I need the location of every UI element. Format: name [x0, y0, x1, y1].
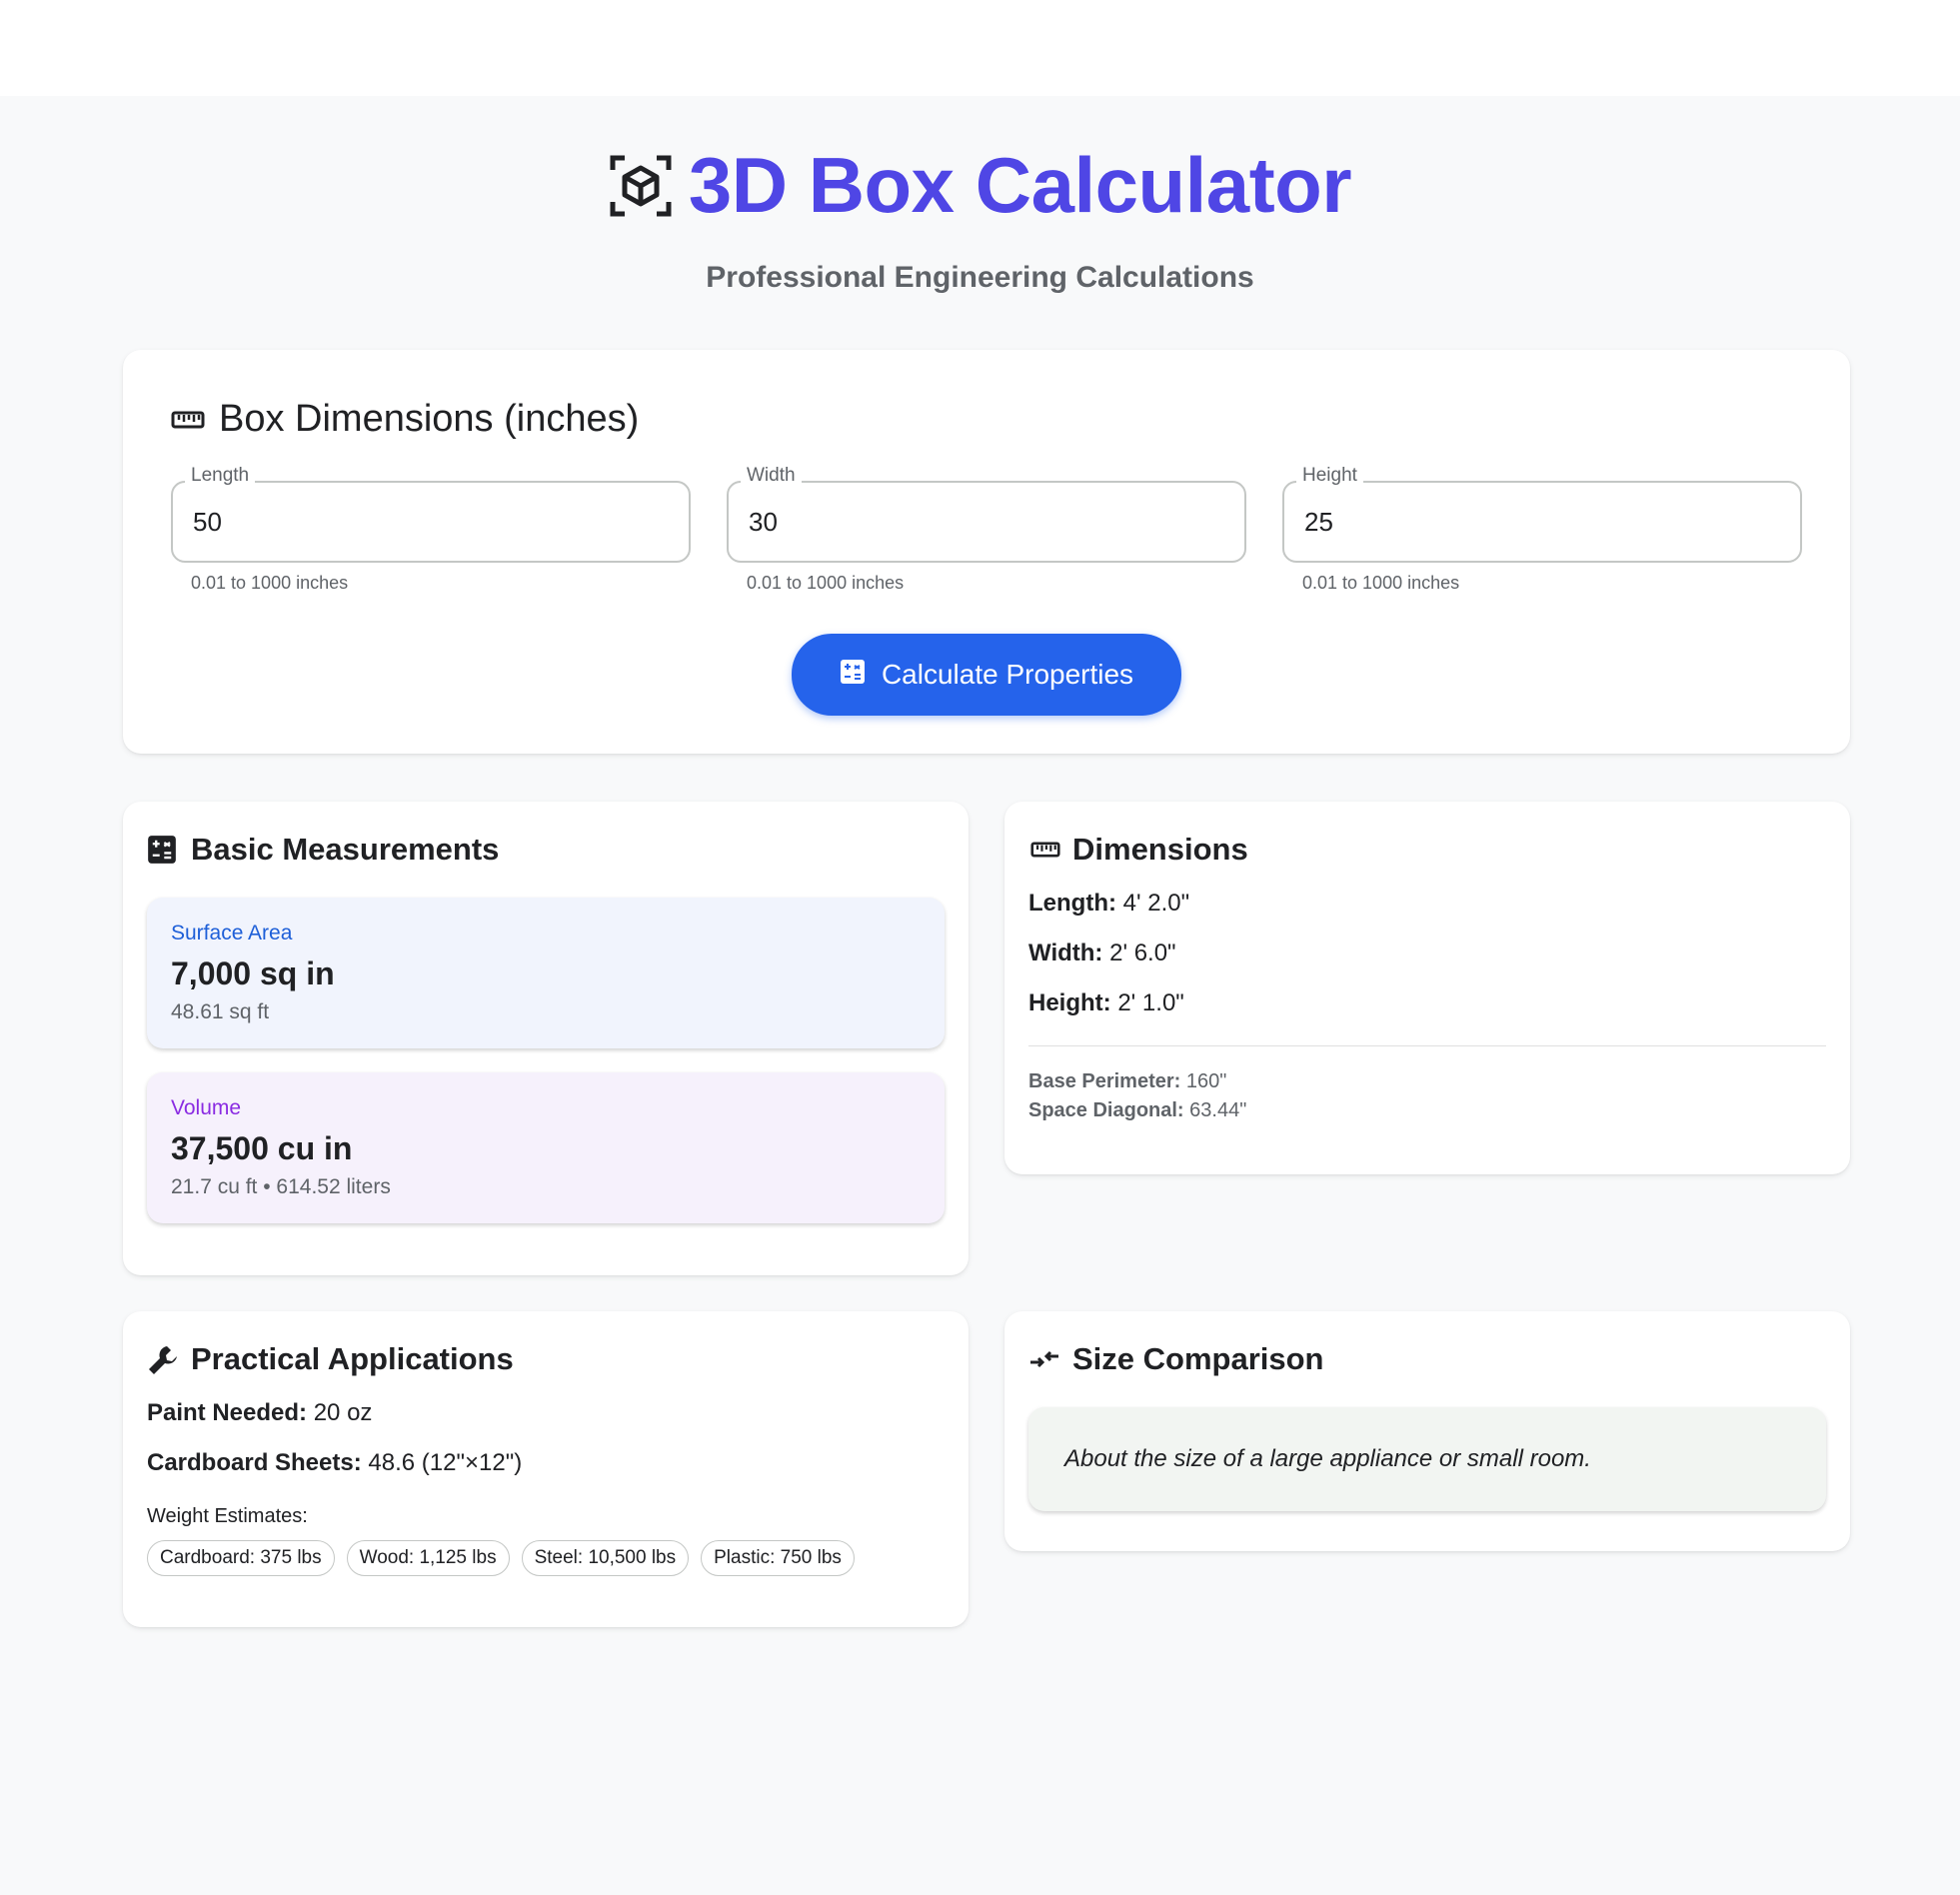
width-value: 2' 6.0": [1109, 940, 1176, 966]
length-label: Length: [185, 465, 256, 487]
divider: [1028, 1045, 1826, 1046]
base-perimeter-value: 160": [1185, 1070, 1227, 1092]
weight-chip-wood: Wood: 1,125 lbs: [346, 1540, 510, 1576]
width-key: Width:: [1028, 940, 1103, 966]
length-value: 4' 2.0": [1122, 890, 1190, 917]
basic-measurements-card: Basic Measurements Surface Area 7,000 sq…: [123, 802, 969, 1275]
space-diagonal-row: Space Diagonal: 63.44": [1028, 1099, 1826, 1122]
weight-chip-steel: Steel: 10,500 lbs: [521, 1540, 690, 1576]
height-row: Height: 2' 1.0": [1028, 989, 1826, 1017]
cardboard-value: 48.6 (12"×12"): [368, 1449, 523, 1476]
width-field-group: 30 Width 0.01 to 1000 inches: [727, 465, 1246, 594]
paint-value: 20 oz: [313, 1399, 373, 1426]
basic-measurements-heading: Basic Measurements: [147, 832, 945, 868]
size-comparison-card: Size Comparison About the size of a larg…: [1004, 1311, 1850, 1551]
cardboard-row: Cardboard Sheets: 48.6 (12"×12"): [147, 1449, 945, 1477]
base-perimeter-row: Base Perimeter: 160": [1028, 1070, 1826, 1093]
practical-applications-title: Practical Applications: [191, 1341, 514, 1376]
base-perimeter-key: Base Perimeter:: [1028, 1070, 1181, 1092]
height-input[interactable]: 25: [1282, 481, 1802, 563]
surface-area-tile: Surface Area 7,000 sq in 48.61 sq ft: [147, 898, 945, 1048]
surface-area-sub: 48.61 sq ft: [171, 1000, 270, 1023]
volume-label: Volume: [171, 1096, 242, 1119]
top-bar: [0, 0, 1960, 96]
length-helper-text: 0.01 to 1000 inches: [191, 573, 349, 593]
size-comparison-heading: Size Comparison: [1028, 1341, 1826, 1377]
weight-chip-plastic: Plastic: 750 lbs: [701, 1540, 855, 1576]
cardboard-key: Cardboard Sheets:: [147, 1449, 362, 1476]
length-field-group: 50 Length 0.01 to 1000 inches: [171, 465, 691, 594]
width-input[interactable]: 30: [727, 481, 1246, 563]
title-row: 3D Box Calculator: [609, 140, 1352, 231]
calculate-button-label: Calculate Properties: [881, 659, 1134, 690]
size-comparison-text: About the size of a large appliance or s…: [1028, 1407, 1826, 1511]
paint-key: Paint Needed:: [147, 1399, 308, 1426]
surface-area-value: 7,000 sq in: [171, 955, 335, 991]
height-helper-text: 0.01 to 1000 inches: [1302, 573, 1460, 593]
weight-chips: Cardboard: 375 lbs Wood: 1,125 lbs Steel…: [147, 1540, 945, 1576]
box-dimensions-title: Box Dimensions (inches): [219, 398, 640, 440]
box-dimensions-card: Box Dimensions (inches) 50 Length 0.01 t…: [123, 350, 1850, 754]
practical-applications-heading: Practical Applications: [147, 1341, 945, 1377]
length-row: Length: 4' 2.0": [1028, 890, 1826, 918]
page-title: 3D Box Calculator: [688, 141, 1352, 229]
page-header: 3D Box Calculator Professional Engineeri…: [0, 140, 1960, 295]
paint-row: Paint Needed: 20 oz: [147, 1399, 945, 1427]
height-key: Height:: [1028, 989, 1111, 1016]
width-helper-text: 0.01 to 1000 inches: [747, 573, 905, 593]
dimension-inputs: 50 Length 0.01 to 1000 inches 30 Width 0…: [171, 465, 1802, 594]
dimensions-heading: Dimensions: [1028, 832, 1826, 868]
length-input[interactable]: 50: [171, 481, 691, 563]
length-key: Length:: [1028, 890, 1116, 917]
page-subtitle: Professional Engineering Calculations: [706, 261, 1254, 294]
volume-sub: 21.7 cu ft • 614.52 liters: [171, 1175, 391, 1198]
button-wrapper: Calculate Properties: [171, 634, 1802, 716]
volume-value: 37,500 cu in: [171, 1130, 353, 1166]
height-field-group: 25 Height 0.01 to 1000 inches: [1282, 465, 1802, 594]
compare-arrows-icon: [1028, 1344, 1058, 1374]
volume-tile: Volume 37,500 cu in 21.7 cu ft • 614.52 …: [147, 1072, 945, 1223]
calculate-icon: [147, 835, 177, 865]
space-diagonal-value: 63.44": [1189, 1099, 1247, 1121]
wrench-icon: [147, 1344, 177, 1374]
straighten-ruler-icon: [1028, 835, 1060, 865]
width-label: Width: [741, 465, 802, 487]
dimensions-title: Dimensions: [1072, 832, 1248, 867]
practical-applications-card: Practical Applications Paint Needed: 20 …: [123, 1311, 969, 1627]
height-value: 2' 1.0": [1117, 989, 1184, 1016]
width-row: Width: 2' 6.0": [1028, 940, 1826, 967]
size-comparison-title: Size Comparison: [1072, 1341, 1324, 1376]
surface-area-label: Surface Area: [171, 922, 293, 945]
calculate-icon: [840, 659, 866, 692]
calculate-properties-button[interactable]: Calculate Properties: [791, 634, 1182, 716]
height-label: Height: [1296, 465, 1363, 487]
space-diagonal-key: Space Diagonal:: [1028, 1099, 1184, 1121]
straighten-ruler-icon: [171, 403, 205, 437]
dimensions-card: Dimensions Length: 4' 2.0" Width: 2' 6.0…: [1004, 802, 1850, 1174]
weight-estimates-label: Weight Estimates:: [147, 1505, 308, 1527]
weight-chip-cardboard: Cardboard: 375 lbs: [147, 1540, 335, 1576]
basic-measurements-title: Basic Measurements: [191, 832, 500, 867]
box-dimensions-heading: Box Dimensions (inches): [171, 398, 1802, 441]
view-in-ar-icon: [609, 154, 673, 218]
